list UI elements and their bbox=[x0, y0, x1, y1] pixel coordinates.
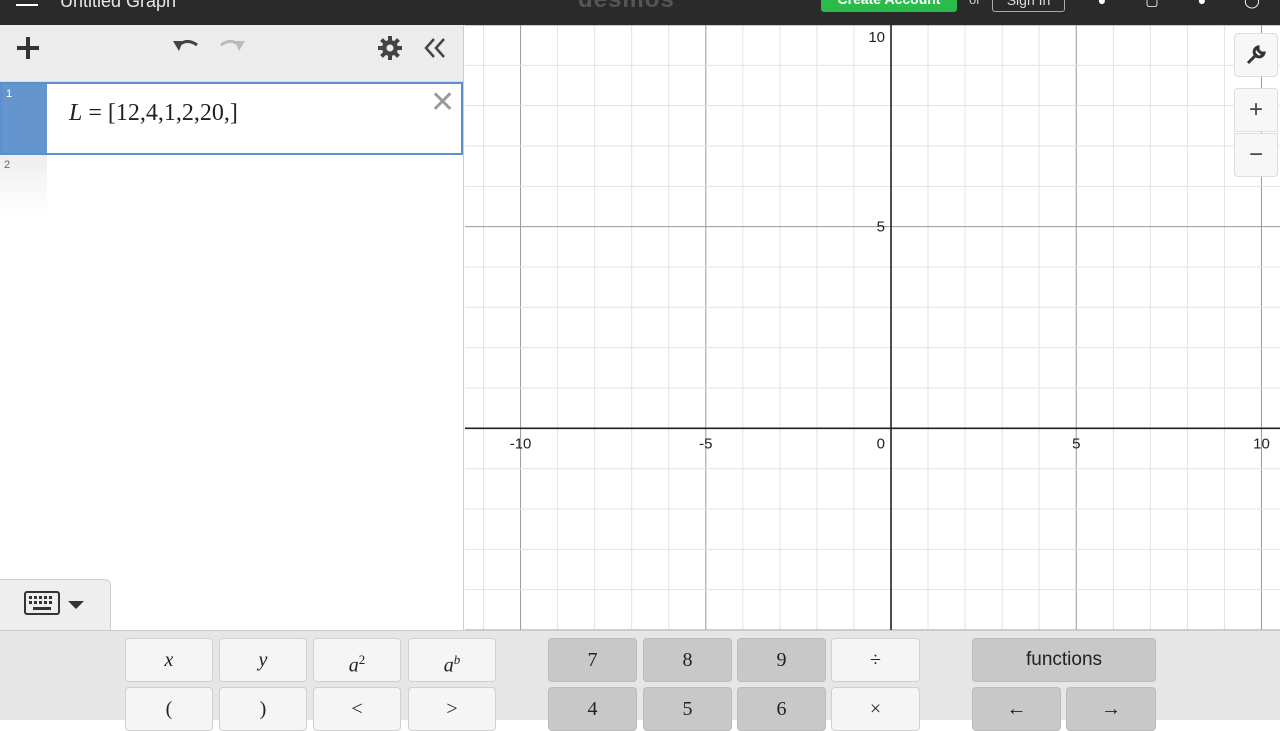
key-open-paren[interactable]: ( bbox=[125, 687, 213, 731]
key-9[interactable]: 9 bbox=[737, 638, 826, 682]
create-account-button[interactable]: Create Account bbox=[821, 0, 957, 12]
key-a-power-b[interactable]: ab bbox=[408, 638, 496, 682]
key-functions[interactable]: functions bbox=[972, 638, 1156, 682]
expression-tab[interactable]: 1 bbox=[2, 84, 47, 153]
expression-item-2[interactable]: 2 bbox=[0, 155, 463, 215]
graph-paper[interactable]: -10 -5 0 5 10 10 5 + − bbox=[465, 24, 1280, 631]
key-6[interactable]: 6 bbox=[737, 687, 826, 731]
desmos-logo: desmos bbox=[578, 0, 675, 14]
x-tick-label: 0 bbox=[877, 435, 885, 452]
graph-grid[interactable]: -10 -5 0 5 10 10 5 bbox=[465, 24, 1280, 631]
y-tick-label: 5 bbox=[877, 219, 885, 236]
expression-tab[interactable]: 2 bbox=[0, 155, 47, 215]
key-a-power-exp: b bbox=[453, 652, 461, 667]
graph-title[interactable]: Untitled Graph bbox=[60, 0, 176, 12]
x-tick-label: 5 bbox=[1072, 435, 1080, 452]
user-icon[interactable]: ● bbox=[1093, 0, 1111, 8]
share-icon[interactable]: ▢ bbox=[1143, 0, 1161, 8]
key-a-squared-exp: 2 bbox=[358, 652, 366, 667]
key-y[interactable]: y bbox=[219, 638, 307, 682]
key-divide[interactable]: ÷ bbox=[831, 638, 920, 682]
sign-in-button[interactable]: Sign In bbox=[992, 0, 1065, 12]
graph-settings-wrench-icon[interactable] bbox=[1234, 33, 1278, 77]
keyboard-toggle-button[interactable] bbox=[0, 579, 111, 630]
key-less-than[interactable]: < bbox=[313, 687, 401, 731]
settings-gear-icon[interactable] bbox=[372, 35, 408, 71]
undo-icon[interactable] bbox=[168, 35, 204, 71]
key-7[interactable]: 7 bbox=[548, 638, 637, 682]
math-keypad: x y a2 ab 7 8 9 ÷ functions ( ) < > 4 5 … bbox=[0, 630, 1280, 731]
help-icon[interactable]: ● bbox=[1193, 0, 1211, 8]
key-4[interactable]: 4 bbox=[548, 687, 637, 731]
zoom-out-button[interactable]: − bbox=[1234, 133, 1278, 177]
expression-number: 2 bbox=[4, 159, 11, 171]
key-left-arrow[interactable]: ← bbox=[972, 687, 1061, 731]
keyboard-icon bbox=[24, 591, 84, 615]
language-icon[interactable]: ◯ bbox=[1243, 0, 1261, 8]
expression-panel: 1 L = [12,4,1,2,20,] ✕ 2 bbox=[0, 25, 464, 630]
expression-math-input[interactable]: L = [12,4,1,2,20,] bbox=[69, 100, 238, 127]
x-tick-label: -10 bbox=[510, 435, 532, 452]
redo-icon[interactable] bbox=[214, 35, 250, 71]
key-5[interactable]: 5 bbox=[643, 687, 732, 731]
x-tick-label: 10 bbox=[1253, 435, 1270, 452]
expression-item-1[interactable]: 1 L = [12,4,1,2,20,] ✕ bbox=[0, 82, 463, 155]
delete-expression-icon[interactable]: ✕ bbox=[430, 88, 455, 118]
top-bar: Untitled Graph desmos Create Account or … bbox=[0, 0, 1280, 25]
key-a-power-base: a bbox=[443, 654, 454, 677]
key-right-arrow[interactable]: → bbox=[1066, 687, 1156, 731]
expression-text: = [12,4,1,2,20,] bbox=[82, 100, 238, 126]
hamburger-menu-icon[interactable] bbox=[16, 0, 38, 12]
key-greater-than[interactable]: > bbox=[408, 687, 496, 731]
collapse-panel-icon[interactable] bbox=[417, 35, 453, 71]
key-x[interactable]: x bbox=[125, 638, 213, 682]
key-a-squared-base: a bbox=[348, 654, 359, 677]
key-close-paren[interactable]: ) bbox=[219, 687, 307, 731]
expression-number: 1 bbox=[6, 88, 13, 100]
x-tick-label: -5 bbox=[699, 435, 712, 452]
y-tick-label: 10 bbox=[868, 29, 885, 46]
zoom-in-button[interactable]: + bbox=[1234, 88, 1278, 132]
key-a-squared[interactable]: a2 bbox=[313, 638, 401, 682]
key-8[interactable]: 8 bbox=[643, 638, 732, 682]
key-multiply[interactable]: × bbox=[831, 687, 920, 731]
expression-toolbar bbox=[0, 25, 463, 82]
add-item-icon[interactable] bbox=[10, 35, 46, 71]
or-text: or bbox=[969, 0, 981, 7]
variable-name: L bbox=[69, 100, 83, 126]
